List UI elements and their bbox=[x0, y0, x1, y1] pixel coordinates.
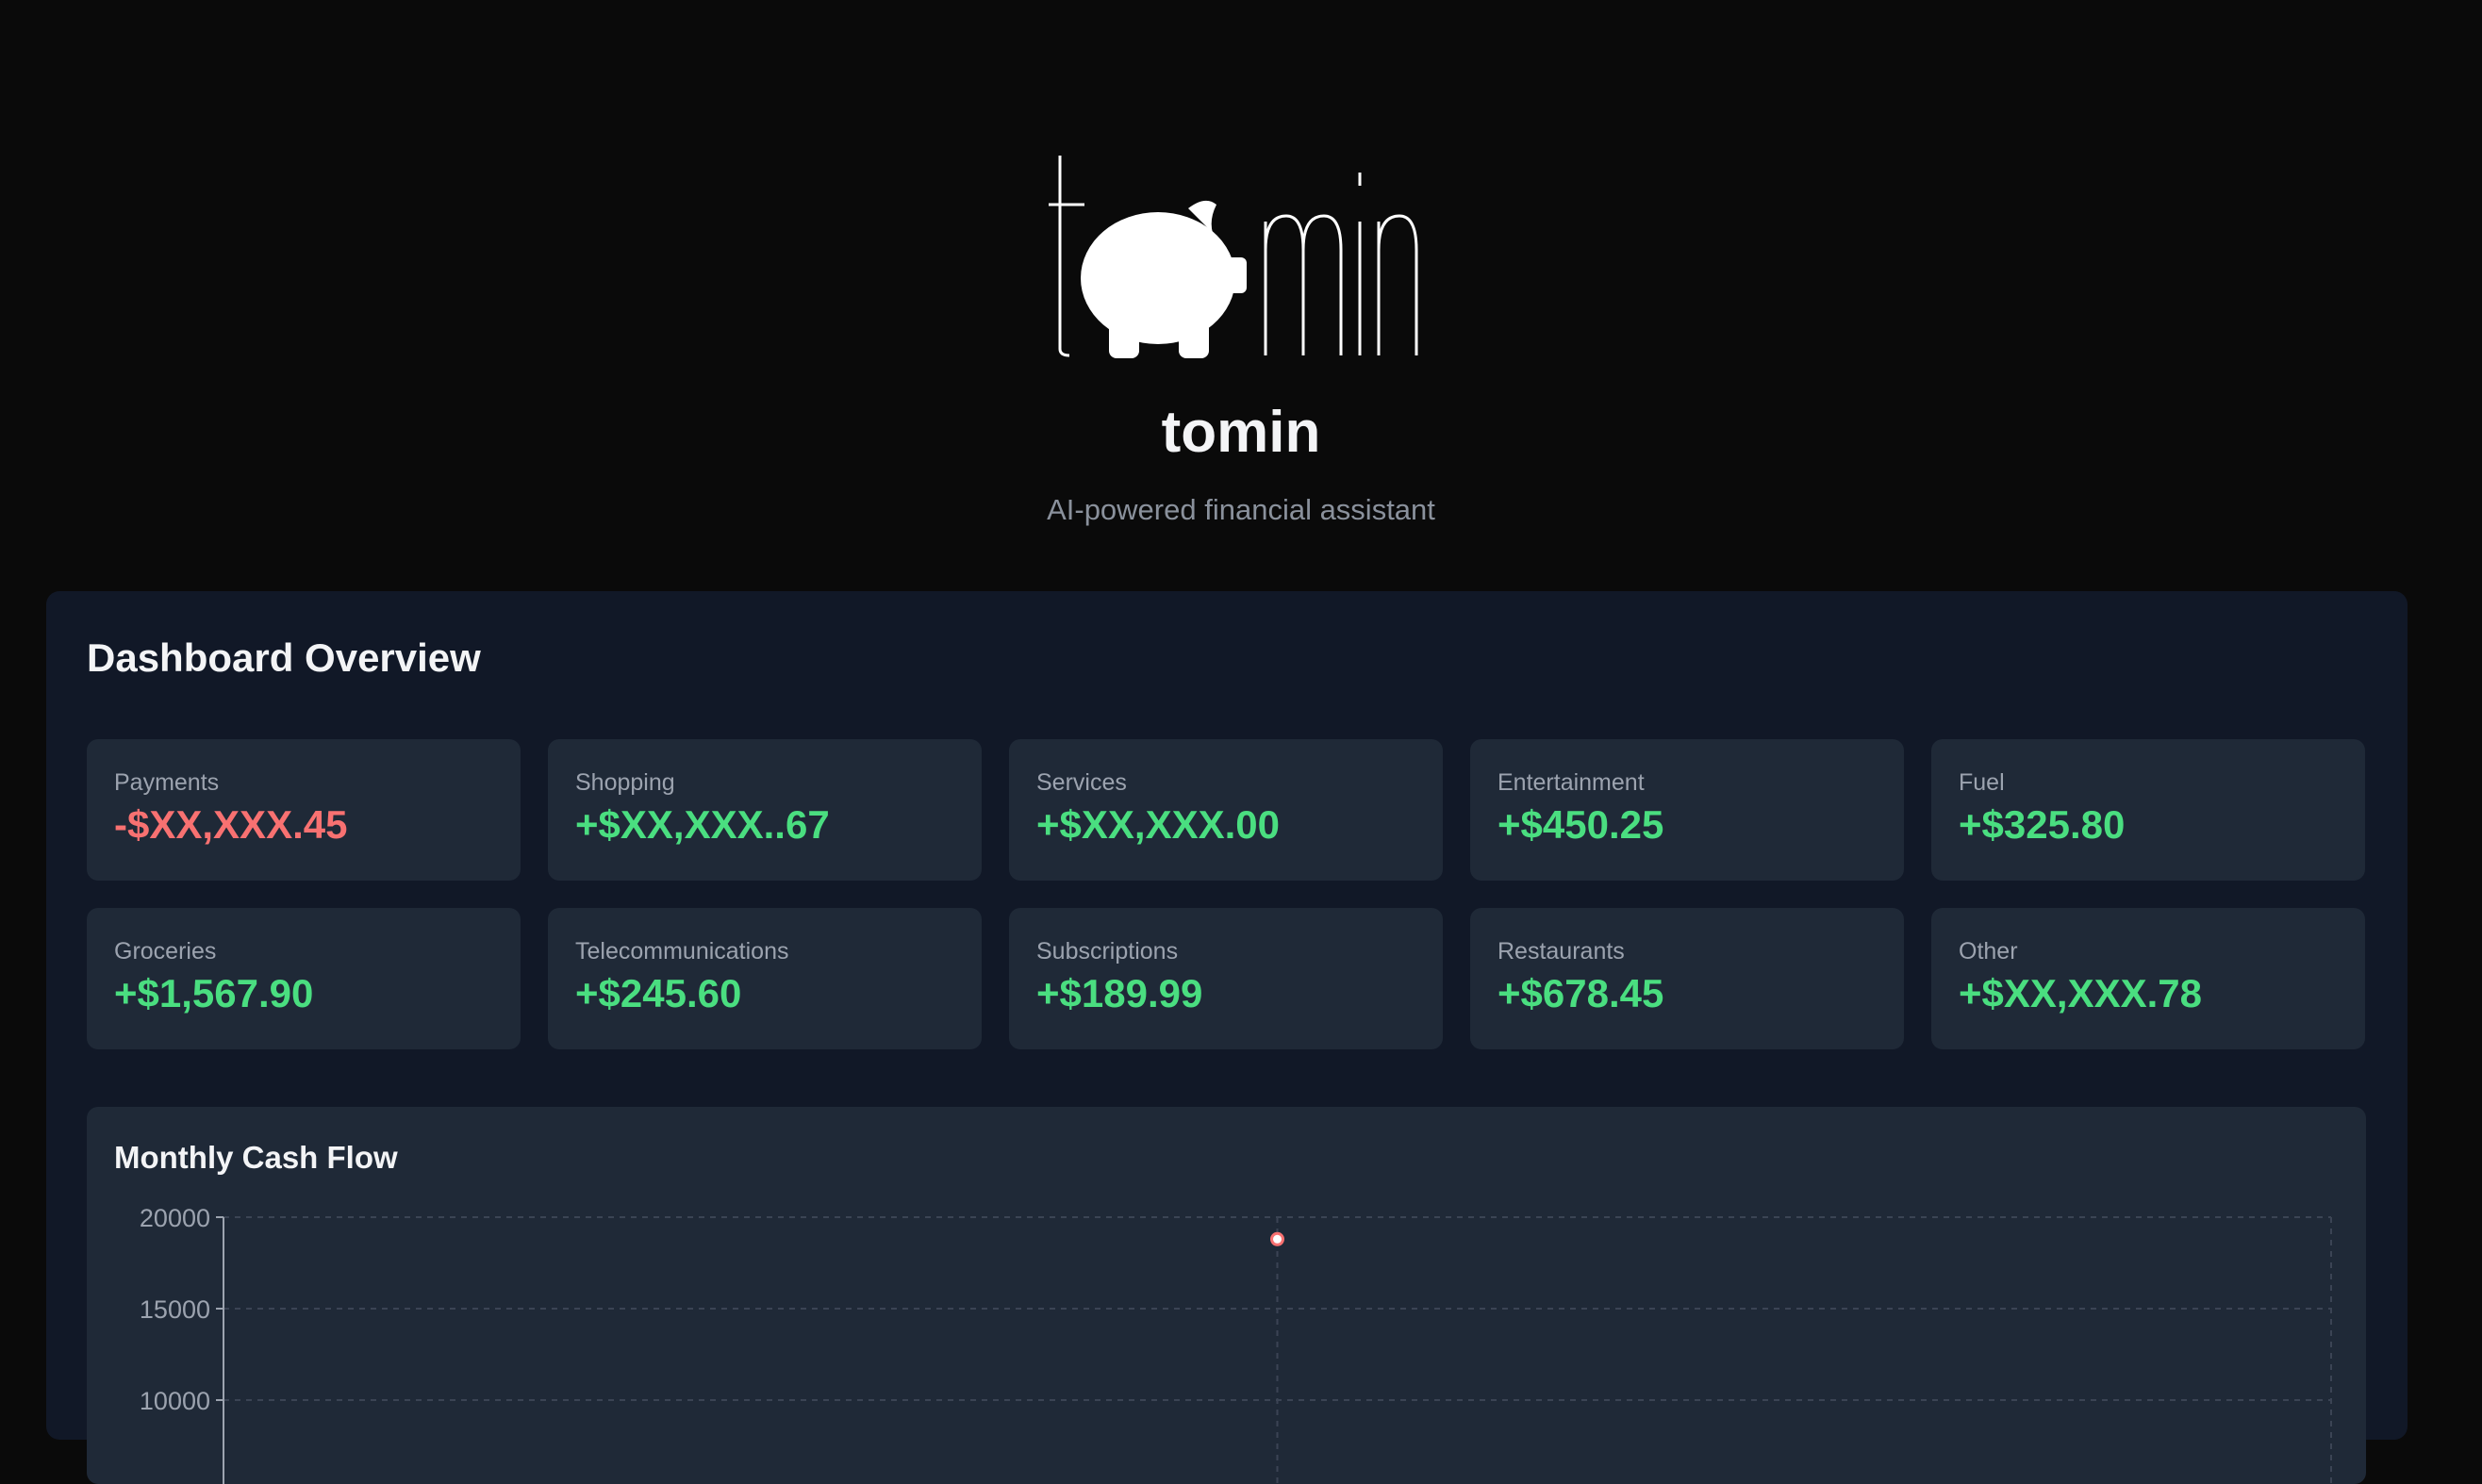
tomin-logo bbox=[1049, 156, 1418, 358]
card-amount: +$XX,XXX.00 bbox=[1036, 802, 1281, 847]
category-card-groceries[interactable]: Groceries +$1,567.90 bbox=[87, 908, 521, 1049]
dashboard-panel: Dashboard Overview Payments -$XX,XXX.45 Sh… bbox=[46, 591, 2408, 1484]
card-label: Telecommunications bbox=[575, 938, 789, 965]
card-amount: -$XX,XXX.45 bbox=[114, 802, 348, 847]
card-label: Services bbox=[1036, 769, 1127, 796]
category-card-restaurants[interactable]: Restaurants +$678.45 bbox=[1470, 908, 1904, 1049]
category-card-services[interactable]: Services +$XX,XXX.00 bbox=[1009, 739, 1443, 881]
card-label: Shopping bbox=[575, 769, 675, 796]
card-amount: +$450.25 bbox=[1497, 802, 1664, 847]
piggy-bank-icon bbox=[1081, 200, 1247, 358]
app-title: tomin bbox=[1161, 400, 1321, 465]
card-amount: +$XX,XXX..67 bbox=[575, 802, 830, 847]
dashboard-title: Dashboard Overview bbox=[87, 635, 481, 680]
card-label: Restaurants bbox=[1497, 938, 1625, 965]
cash-flow-chart-panel: Monthly Cash Flow 20000 15000 10000 bbox=[87, 1107, 2366, 1484]
category-card-other[interactable]: Other +$XX,XXX.78 bbox=[1931, 908, 2365, 1049]
card-label: Fuel bbox=[1959, 769, 2005, 796]
card-label: Subscriptions bbox=[1036, 938, 1179, 965]
category-card-fuel[interactable]: Fuel +$325.80 bbox=[1931, 739, 2365, 881]
category-card-subscriptions[interactable]: Subscriptions +$189.99 bbox=[1009, 908, 1443, 1049]
card-amount: +$XX,XXX.78 bbox=[1959, 971, 2203, 1015]
card-amount: +$1,567.90 bbox=[114, 971, 314, 1015]
category-card-telecommunications[interactable]: Telecommunications +$245.60 bbox=[548, 908, 982, 1049]
card-amount: +$189.99 bbox=[1036, 971, 1203, 1015]
data-point bbox=[1270, 1231, 1284, 1246]
y-tick-label: 15000 bbox=[140, 1295, 210, 1324]
card-amount: +$678.45 bbox=[1497, 971, 1664, 1015]
card-label: Entertainment bbox=[1497, 769, 1645, 796]
category-card-entertainment[interactable]: Entertainment +$450.25 bbox=[1470, 739, 1904, 881]
y-tick-label: 20000 bbox=[140, 1204, 210, 1232]
category-card-shopping[interactable]: Shopping +$XX,XXX..67 bbox=[548, 739, 982, 881]
card-label: Groceries bbox=[114, 938, 217, 965]
category-card-payments[interactable]: Payments -$XX,XXX.45 bbox=[87, 739, 521, 881]
card-label: Other bbox=[1959, 938, 2018, 965]
card-amount: +$325.80 bbox=[1959, 802, 2126, 847]
card-amount: +$245.60 bbox=[575, 971, 742, 1015]
card-label: Payments bbox=[114, 769, 220, 796]
category-cards: Payments -$XX,XXX.45 Shopping +$XX,XXX..67 S… bbox=[87, 739, 2366, 1049]
cash-flow-chart[interactable]: 20000 15000 10000 bbox=[87, 1107, 2366, 1484]
y-tick-label: 10000 bbox=[140, 1387, 210, 1415]
app-subtitle: AI-powered financial assistant bbox=[1047, 493, 1435, 526]
